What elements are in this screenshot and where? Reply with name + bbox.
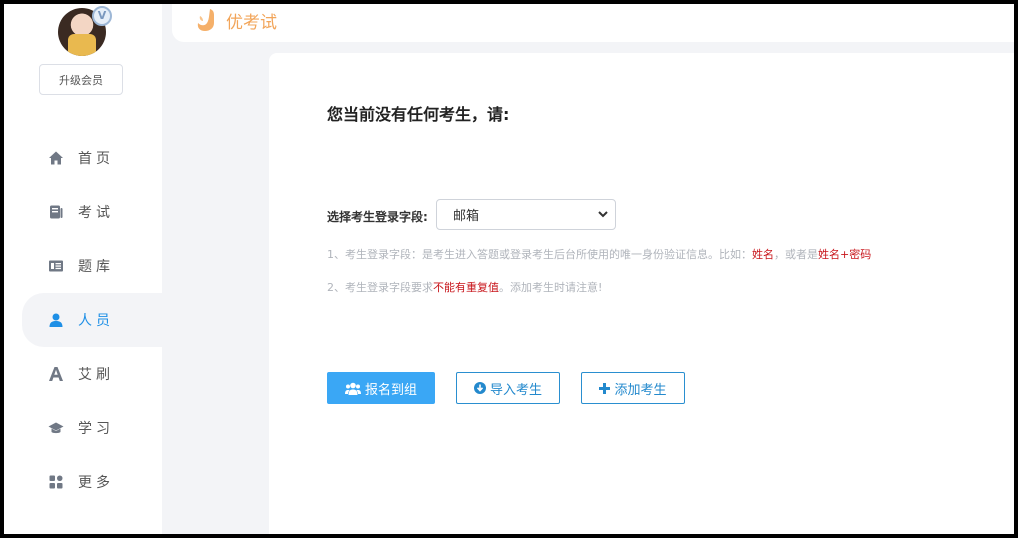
grid-icon — [48, 474, 64, 490]
plus-icon — [599, 382, 611, 394]
sidebar-item-label: 学习 — [78, 421, 114, 437]
app-frame: V 升级会员 首页 考试 题库 人员 艾刷 学习 更多 优考试 您当前没有任何考… — [4, 4, 1014, 534]
vip-badge-icon: V — [92, 6, 112, 26]
chevron-down-icon — [597, 208, 609, 220]
login-field-select-value: 邮箱 — [453, 209, 480, 224]
hint-note-1: 1、考生登录字段：是考生进入答题或登录考生后台所使用的唯一身份验证信息。比如：姓… — [327, 248, 872, 261]
sidebar-item-label: 人员 — [78, 313, 114, 329]
home-icon — [48, 150, 64, 166]
main-card: 您当前没有任何考生，请: 选择考生登录字段: 邮箱 1、考生登录字段：是考生进入… — [269, 53, 1014, 534]
letter-a-icon — [48, 366, 64, 382]
sidebar-item-aishua[interactable]: 艾刷 — [4, 347, 162, 401]
sidebar-item-exam[interactable]: 考试 — [4, 185, 162, 239]
sidebar-item-more[interactable]: 更多 — [4, 455, 162, 509]
arrow-down-circle-icon — [473, 382, 486, 394]
sidebar-item-people[interactable]: 人员 — [22, 293, 162, 347]
logo-icon — [196, 8, 218, 32]
signup-to-group-button[interactable]: 报名到组 — [327, 372, 435, 404]
exam-icon — [48, 204, 64, 220]
graduation-cap-icon — [48, 420, 64, 436]
highlight-no-duplicate: 不能有重复值 — [433, 281, 499, 294]
logo-text: 优考试 — [226, 13, 277, 33]
sidebar-nav: 首页 考试 题库 人员 艾刷 学习 更多 — [4, 131, 162, 509]
sidebar-item-label: 首页 — [78, 151, 114, 167]
sidebar: V 升级会员 首页 考试 题库 人员 艾刷 学习 更多 — [4, 4, 162, 534]
import-candidates-button[interactable]: 导入考生 — [456, 372, 560, 404]
sidebar-item-label: 考试 — [78, 205, 114, 221]
add-candidate-button[interactable]: 添加考生 — [581, 372, 685, 404]
sidebar-item-home[interactable]: 首页 — [4, 131, 162, 185]
top-bar: 优考试 — [172, 4, 1014, 42]
highlight-name-password: 姓名+密码 — [818, 248, 872, 261]
login-field-label: 选择考生登录字段: — [327, 210, 428, 224]
person-icon — [48, 312, 64, 328]
question-bank-icon — [48, 258, 64, 274]
highlight-name: 姓名 — [752, 248, 774, 261]
sidebar-item-label: 艾刷 — [78, 367, 114, 383]
users-icon — [344, 382, 361, 395]
sidebar-item-learning[interactable]: 学习 — [4, 401, 162, 455]
page-heading: 您当前没有任何考生，请: — [327, 105, 510, 124]
upgrade-membership-button[interactable]: 升级会员 — [39, 64, 123, 95]
login-field-select[interactable]: 邮箱 — [436, 199, 616, 230]
sidebar-item-question-bank[interactable]: 题库 — [4, 239, 162, 293]
sidebar-item-label: 题库 — [78, 259, 114, 275]
sidebar-item-label: 更多 — [78, 475, 114, 491]
hint-note-2: 2、考生登录字段要求不能有重复值。添加考生时请注意! — [327, 281, 603, 294]
